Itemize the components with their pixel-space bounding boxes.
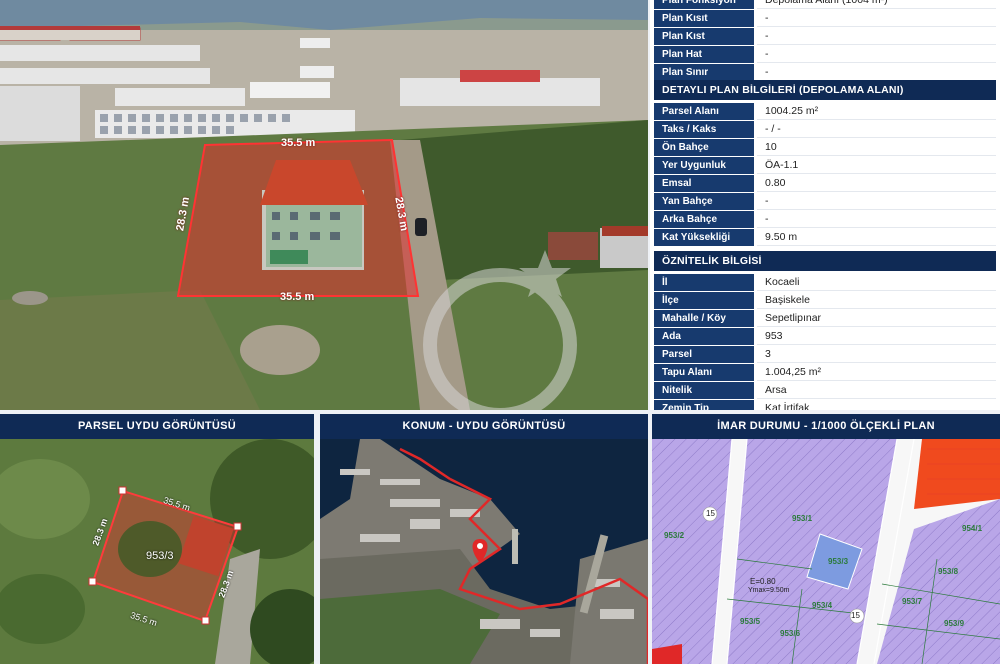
plan-row: Plan Kıst - — [654, 28, 996, 45]
attribute-row: İl Kocaeli — [654, 274, 996, 291]
aerial-dim-bottom: 35.5 m — [280, 291, 315, 303]
plan-row: Plan Kısıt - — [654, 10, 996, 27]
zoning-plan-panel: İMAR DURUMU - 1/1000 ÖLÇEKLİ PLAN E=0.80… — [652, 414, 1000, 664]
zoning-road-width-label: 15 — [706, 509, 715, 518]
detail-row: Ön Bahçe 10 — [654, 139, 996, 156]
detail-row-label: Emsal — [654, 175, 754, 192]
plan-row: Plan Fonksiyon Depolama Alanı (1004 m²) — [654, 0, 996, 9]
attribute-row: İlçe Başiskele — [654, 292, 996, 309]
zoning-plan-image: E=0.80 Ymax=9.50m 953/1 953/3 953/4 953/… — [652, 439, 1000, 664]
parcel-satellite-panel: PARSEL UYDU GÖRÜNTÜSÜ 953/3 35.5 m 28.3 … — [0, 414, 314, 664]
plan-row-value: - — [757, 10, 996, 27]
detail-row-label: Yer Uygunluk — [654, 157, 754, 174]
info-panel: Plan Fonksiyon Depolama Alanı (1004 m²) … — [650, 0, 1000, 410]
zoning-parcel-label: 953/6 — [780, 629, 801, 638]
detail-row-label: Parsel Alanı — [654, 103, 754, 120]
location-satellite-panel: KONUM - UYDU GÖRÜNTÜSÜ — [320, 414, 648, 664]
attribute-row-label: İl — [654, 274, 754, 291]
attribute-row: Tapu Alanı 1.004,25 m² — [654, 364, 996, 381]
detail-row-value: 9.50 m — [757, 229, 996, 246]
attribute-row-value: 3 — [757, 346, 996, 363]
attribute-row-value: 953 — [757, 328, 996, 345]
detail-row-value: 0.80 — [757, 175, 996, 192]
detail-row-label: Ön Bahçe — [654, 139, 754, 156]
attribute-section-title: ÖZNİTELİK BİLGİSİ — [654, 251, 996, 271]
plan-row: Plan Hat - — [654, 46, 996, 63]
zoning-parcel-label: 953/5 — [740, 617, 761, 626]
attribute-row: Nitelik Arsa — [654, 382, 996, 399]
attribute-row: Zemin Tip Kat İrtifak — [654, 400, 996, 410]
attribute-row-label: Mahalle / Köy — [654, 310, 754, 327]
plan-row-label: Plan Sınır — [654, 64, 754, 81]
zoning-parcel-label: 953/3 — [828, 557, 849, 566]
plan-row-label: Plan Hat — [654, 46, 754, 63]
zoning-parcel-label: 953/1 — [792, 514, 813, 523]
attribute-row-label: Ada — [654, 328, 754, 345]
detail-row-value: 10 — [757, 139, 996, 156]
attribute-row-label: Nitelik — [654, 382, 754, 399]
detail-row: Parsel Alanı 1004.25 m² — [654, 103, 996, 120]
zoning-parcel-label: 953/7 — [902, 597, 923, 606]
attribute-row-value: Sepetlipınar — [757, 310, 996, 327]
detail-row-label: Taks / Kaks — [654, 121, 754, 138]
detail-row-label: Kat Yüksekliği — [654, 229, 754, 246]
detail-section-title: DETAYLI PLAN BİLGİLERİ (DEPOLAMA ALANI) — [654, 80, 996, 100]
detail-row: Yer Uygunluk ÖA-1.1 — [654, 157, 996, 174]
attribute-row-label: Zemin Tip — [654, 400, 754, 410]
attribute-row-value: Kat İrtifak — [757, 400, 996, 410]
detail-row-label: Yan Bahçe — [654, 193, 754, 210]
listing-sheet: 35.5 m 35.5 m 28.3 m 28.3 m Plan Fonksiy… — [0, 0, 1000, 664]
detail-row: Kat Yüksekliği 9.50 m — [654, 229, 996, 246]
plan-row-value: - — [757, 28, 996, 45]
parcel-satellite-image: 953/3 35.5 m 28.3 m 28.3 m 35.5 m — [0, 439, 314, 664]
parcel-satellite-title: PARSEL UYDU GÖRÜNTÜSÜ — [0, 414, 314, 439]
plan-row-value: - — [757, 64, 996, 81]
plan-row-value: - — [757, 46, 996, 63]
attribute-row-label: Parsel — [654, 346, 754, 363]
zoning-parcel-label: 953/9 — [944, 619, 965, 628]
detail-row: Yan Bahçe - — [654, 193, 996, 210]
detail-row-value: 1004.25 m² — [757, 103, 996, 120]
attribute-row: Ada 953 — [654, 328, 996, 345]
attribute-row-label: İlçe — [654, 292, 754, 309]
zoning-parcel-label: 953/2 — [664, 531, 685, 540]
aerial-photo: 35.5 m 35.5 m 28.3 m 28.3 m — [0, 0, 648, 410]
attribute-row: Mahalle / Köy Sepetlipınar — [654, 310, 996, 327]
location-satellite-image — [320, 439, 648, 664]
aerial-dim-top: 35.5 m — [281, 137, 316, 149]
plan-row: Plan Sınır - — [654, 64, 996, 81]
parcel-label: 953/3 — [146, 550, 174, 562]
zoning-road-width-label: 15 — [851, 611, 860, 620]
attribute-row: Parsel 3 — [654, 346, 996, 363]
zoning-plan-title: İMAR DURUMU - 1/1000 ÖLÇEKLİ PLAN — [652, 414, 1000, 439]
detail-row: Taks / Kaks - / - — [654, 121, 996, 138]
plan-row-value: Depolama Alanı (1004 m²) — [757, 0, 996, 9]
attribute-row-value: Kocaeli — [757, 274, 996, 291]
detail-row: Emsal 0.80 — [654, 175, 996, 192]
attribute-row-value: Başiskele — [757, 292, 996, 309]
detail-row-value: - / - — [757, 121, 996, 138]
detail-row-label: Arka Bahçe — [654, 211, 754, 228]
detail-row-value: - — [757, 211, 996, 228]
plan-row-label: Plan Fonksiyon — [654, 0, 754, 9]
plan-row-label: Plan Kısıt — [654, 10, 754, 27]
zoning-parcel-label: 954/1 — [962, 524, 983, 533]
detail-row: Arka Bahçe - — [654, 211, 996, 228]
attribute-row-value: 1.004,25 m² — [757, 364, 996, 381]
plan-row-label: Plan Kıst — [654, 28, 754, 45]
zoning-parcel-label: 953/8 — [938, 567, 959, 576]
zoning-emsal-label: E=0.80 — [750, 577, 776, 586]
zoning-height-label: Ymax=9.50m — [748, 587, 790, 594]
attribute-row-value: Arsa — [757, 382, 996, 399]
attribute-row-label: Tapu Alanı — [654, 364, 754, 381]
zoning-parcel-label: 953/4 — [812, 601, 833, 610]
detail-row-value: ÖA-1.1 — [757, 157, 996, 174]
detail-row-value: - — [757, 193, 996, 210]
location-satellite-title: KONUM - UYDU GÖRÜNTÜSÜ — [320, 414, 648, 439]
